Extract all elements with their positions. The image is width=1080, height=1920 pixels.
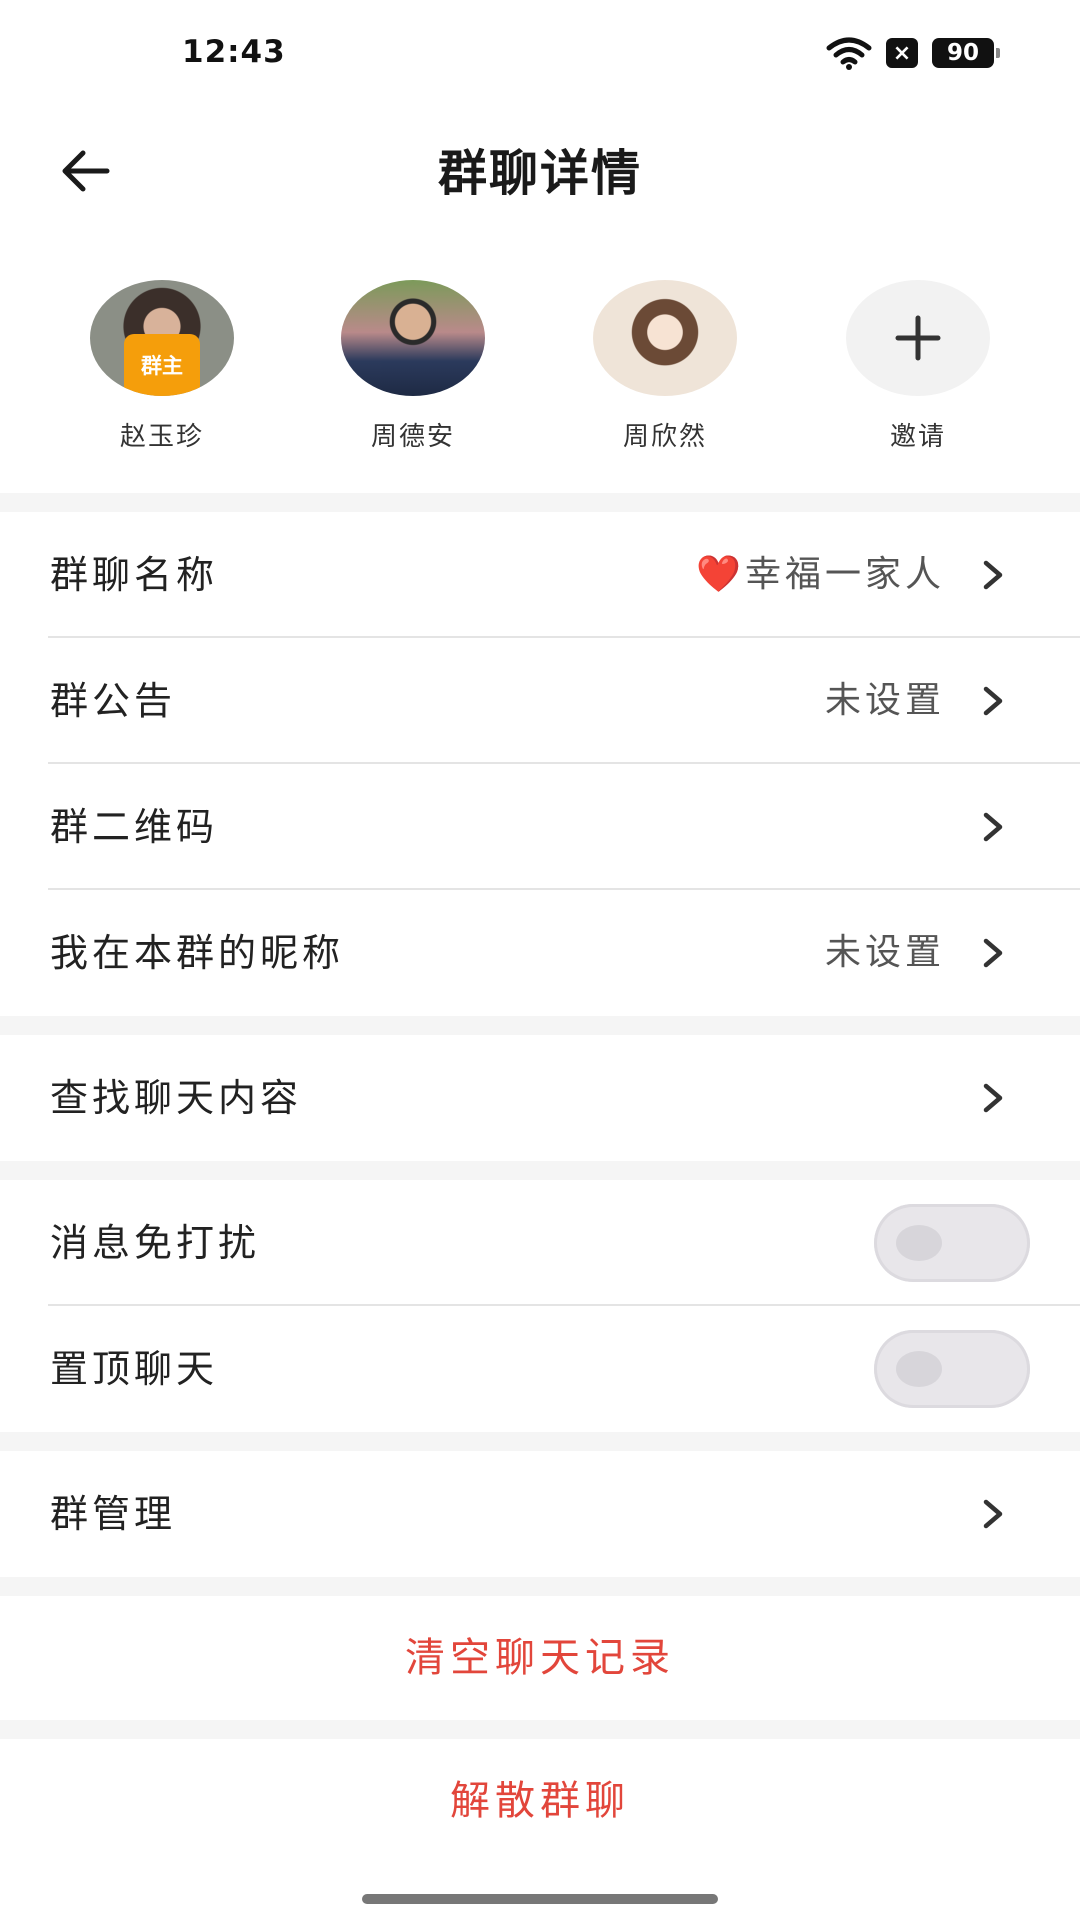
- chevron-right-icon: [983, 938, 1003, 968]
- avatar: [593, 280, 737, 396]
- page-title: 群聊详情: [437, 145, 642, 202]
- notification-badge-icon: ×: [886, 38, 918, 68]
- row-label: 消息免打扰: [50, 1221, 261, 1265]
- heart-emoji: ❤️: [696, 554, 745, 595]
- invite-circle: [846, 280, 990, 396]
- wifi-icon: [826, 36, 872, 70]
- pin-row: 置顶聊天: [0, 1306, 1080, 1432]
- chevron-right-icon: [983, 1083, 1003, 1113]
- section-separator: [0, 493, 1080, 512]
- mute-toggle[interactable]: [874, 1204, 1030, 1282]
- section-separator: [0, 1577, 1080, 1596]
- group-name-value: ❤️幸福一家人: [696, 512, 945, 638]
- row-label: 群公告: [50, 679, 177, 723]
- group-name-text: 幸福一家人: [744, 554, 945, 595]
- member-list: 群主 赵玉珍 周德安 周欣然 邀请: [0, 280, 1080, 460]
- avatar: [341, 280, 485, 396]
- nickname-value: 未设置: [824, 932, 945, 973]
- avatar: 群主: [90, 280, 234, 396]
- row-label: 查找聊天内容: [50, 1076, 303, 1120]
- nav-bar: 群聊详情: [0, 110, 1080, 230]
- chevron-right-icon: [983, 1499, 1003, 1529]
- dissolve-group-button[interactable]: 解散群聊: [0, 1739, 1080, 1863]
- plus-icon: [895, 315, 941, 361]
- invite-label: 邀请: [889, 422, 946, 452]
- my-nickname-row[interactable]: 我在本群的昵称 未设置: [0, 890, 1080, 1016]
- status-icons: × 90: [826, 36, 1000, 70]
- invite-button[interactable]: 邀请: [838, 280, 998, 453]
- announcement-row[interactable]: 群公告 未设置: [0, 638, 1080, 764]
- owner-badge: 群主: [124, 334, 200, 396]
- row-label: 群管理: [50, 1492, 177, 1536]
- member-item[interactable]: 周德安: [333, 280, 493, 453]
- row-label: 置顶聊天: [50, 1347, 219, 1391]
- member-name: 赵玉珍: [119, 422, 204, 452]
- clear-history-button[interactable]: 清空聊天记录: [0, 1596, 1080, 1720]
- status-bar: 12:43 × 90: [0, 0, 1080, 110]
- search-chat-row[interactable]: 查找聊天内容: [0, 1035, 1080, 1161]
- section-separator: [0, 1432, 1080, 1451]
- mute-row: 消息免打扰: [0, 1180, 1080, 1306]
- row-label: 群聊名称: [50, 553, 219, 597]
- member-item[interactable]: 群主 赵玉珍: [82, 280, 242, 453]
- qr-code-row[interactable]: 群二维码: [0, 764, 1080, 890]
- toggle-knob: [896, 1225, 942, 1261]
- home-indicator: [362, 1894, 718, 1904]
- member-name: 周德安: [370, 422, 455, 452]
- group-manage-row[interactable]: 群管理: [0, 1451, 1080, 1577]
- member-item[interactable]: 周欣然: [585, 280, 745, 453]
- section-separator: [0, 1016, 1080, 1035]
- row-label: 我在本群的昵称: [50, 931, 345, 975]
- section-separator: [0, 1720, 1080, 1739]
- chevron-right-icon: [983, 686, 1003, 716]
- pin-toggle[interactable]: [874, 1330, 1030, 1408]
- member-name: 周欣然: [622, 422, 707, 452]
- row-label: 群二维码: [50, 805, 219, 849]
- section-separator: [0, 1161, 1080, 1180]
- group-name-row[interactable]: 群聊名称 ❤️幸福一家人: [0, 512, 1080, 638]
- chevron-right-icon: [983, 560, 1003, 590]
- toggle-knob: [896, 1351, 942, 1387]
- battery-icon: 90: [932, 38, 1000, 68]
- status-time: 12:43: [182, 34, 286, 70]
- announcement-value: 未设置: [824, 680, 945, 721]
- chevron-right-icon: [983, 812, 1003, 842]
